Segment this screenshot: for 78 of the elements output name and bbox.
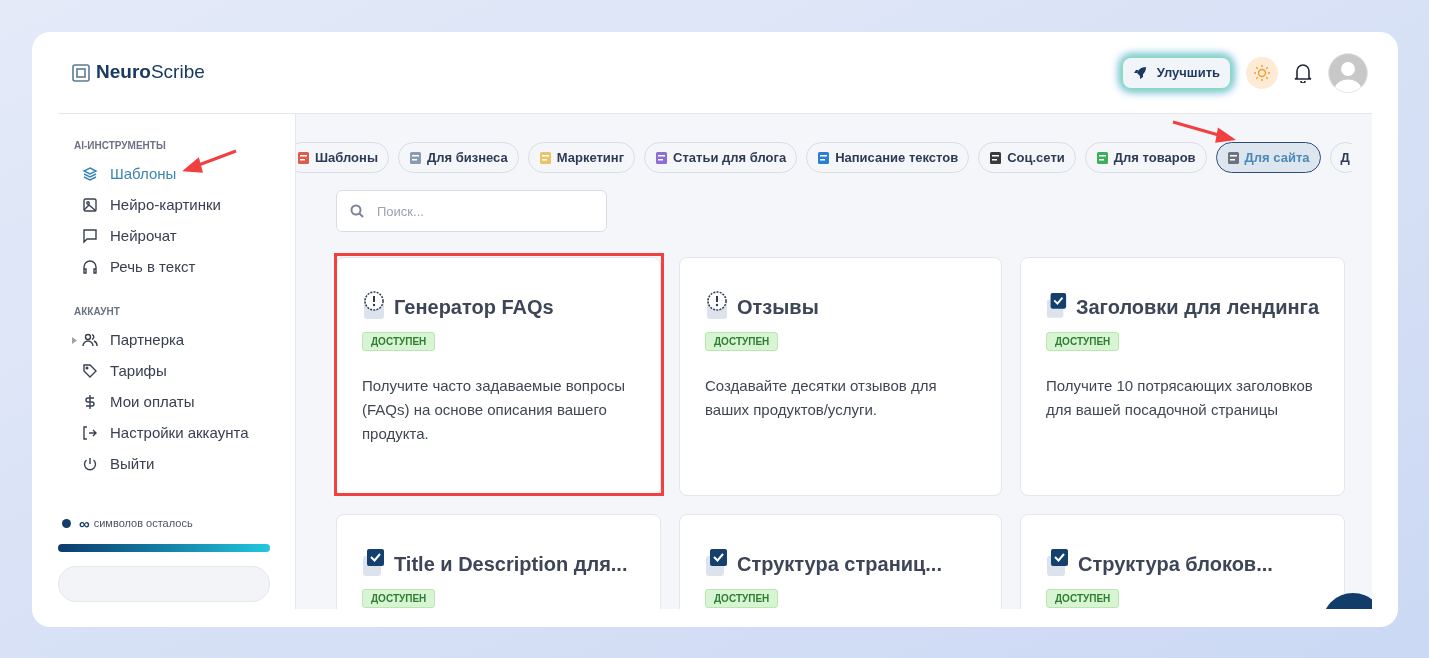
dollar-icon xyxy=(82,394,98,410)
category-icon xyxy=(817,150,831,165)
sidebar-item[interactable]: Нейрочат xyxy=(74,225,295,247)
annotation-arrow xyxy=(1172,120,1237,143)
annotation-arrow xyxy=(182,149,237,173)
category-chip[interactable]: Для бизнеса xyxy=(398,142,519,173)
card-description: Создавайте десятки отзывов для ваших продуктов/услуги. xyxy=(705,376,938,420)
template-card[interactable]: Отзывы ДОСТУПЕН Создавайте десятки отзывов для ваших продуктов/услуги. xyxy=(679,257,1002,496)
card-title: Заголовки для лендинга xyxy=(1075,295,1319,320)
sidebar-item[interactable]: Шаблоны xyxy=(74,163,295,185)
avatar-icon[interactable] xyxy=(1328,52,1368,93)
template-card[interactable]: Заголовки для лендинга ДОСТУПЕН Получите 10 потрясающих заголовков для вашей посадочной страницы xyxy=(1020,257,1345,496)
category-chip[interactable]: Написание текстов xyxy=(806,142,970,173)
category-icon xyxy=(409,150,422,165)
credits-remaining: символов осталось xyxy=(93,516,193,531)
status-badge: ДОСТУПЕН xyxy=(705,589,779,608)
rocket-icon xyxy=(1132,65,1147,80)
category-icon xyxy=(1095,150,1109,165)
image-icon xyxy=(82,197,98,213)
card-description: Получите часто задаваемые вопросы (FAQs) на основе описания вашего продукта. xyxy=(362,376,626,444)
category-chip[interactable]: Статьи для блога xyxy=(644,142,798,173)
sidebar-item[interactable]: Настройки аккаунта xyxy=(74,422,295,444)
status-badge: ДОСТУПЕН xyxy=(1046,589,1120,608)
users-icon xyxy=(82,332,98,348)
theme-toggle[interactable] xyxy=(1246,56,1278,89)
template-card[interactable]: Генератор FAQs ДОСТУПЕН Получите часто задаваемые вопросы (FAQs) на основе описания вашего продукта. xyxy=(336,257,661,496)
infinity-symbol: ∞ xyxy=(79,515,90,531)
template-card[interactable]: Title и Description для... ДОСТУПЕН xyxy=(336,514,661,609)
card-title: Title и Description для... xyxy=(394,552,628,577)
promo-pill[interactable] xyxy=(58,565,270,602)
bell-icon[interactable] xyxy=(1294,62,1312,83)
tag-icon xyxy=(82,363,98,379)
headphones-icon xyxy=(82,259,98,275)
logo-icon xyxy=(72,63,90,82)
section-heading: АККАУНТ xyxy=(74,305,121,319)
category-icon xyxy=(655,150,669,165)
category-chip[interactable]: Соц.сети xyxy=(978,142,1076,173)
category-icon xyxy=(538,150,552,165)
sidebar-item[interactable]: Выйти xyxy=(74,453,295,475)
layers-icon xyxy=(82,166,98,182)
category-chip[interactable]: Д xyxy=(1329,142,1352,173)
sidebar-item[interactable]: Мои оплаты xyxy=(74,391,295,413)
sidebar-item[interactable]: Партнерка xyxy=(74,329,295,351)
template-card[interactable]: Структура блоков... ДОСТУПЕН xyxy=(1020,514,1345,609)
status-badge: ДОСТУПЕН xyxy=(1046,332,1120,351)
status-badge: ДОСТУПЕН xyxy=(705,332,779,351)
card-title: Отзывы xyxy=(737,295,819,320)
sidebar-item[interactable]: Нейро-картинки xyxy=(74,194,295,216)
status-badge: ДОСТУПЕН xyxy=(362,332,436,351)
category-chip[interactable]: Маркетинг xyxy=(527,142,636,173)
power-icon xyxy=(82,456,98,472)
logout-icon xyxy=(82,425,98,441)
checkbox-icon xyxy=(1046,547,1070,577)
sun-icon xyxy=(1253,63,1271,82)
template-card[interactable]: Структура страниц... ДОСТУПЕН xyxy=(679,514,1002,609)
logo-text: NeuroScribe xyxy=(96,60,205,85)
notice-icon xyxy=(362,290,386,320)
checkbox-icon xyxy=(1046,290,1068,320)
checkbox-icon xyxy=(705,547,729,577)
caret-icon xyxy=(72,336,77,344)
category-icon xyxy=(297,150,310,165)
category-icon xyxy=(989,150,1003,165)
card-title: Структура страниц... xyxy=(737,552,942,577)
card-description: Получите 10 потрясающих заголовков для вашей посадочной страницы xyxy=(1046,376,1314,420)
notice-icon xyxy=(705,290,729,320)
card-title: Генератор FAQs xyxy=(394,295,554,320)
sidebar-item[interactable]: Тарифы xyxy=(74,360,295,382)
sidebar-item[interactable]: Речь в текст xyxy=(74,256,295,278)
section-heading: AI-ИНСТРУМЕНТЫ xyxy=(74,139,167,153)
status-badge: ДОСТУПЕН xyxy=(362,589,436,608)
category-chip[interactable]: Шаблоны xyxy=(296,142,389,173)
category-chip[interactable]: Для товаров xyxy=(1084,142,1207,173)
upgrade-button[interactable]: Улучшить xyxy=(1122,57,1230,88)
checkbox-icon xyxy=(362,547,386,577)
chat-icon xyxy=(82,228,98,244)
category-icon xyxy=(1226,150,1240,165)
card-title: Структура блоков... xyxy=(1078,552,1273,577)
search-field[interactable]: Поиск... xyxy=(336,190,607,232)
